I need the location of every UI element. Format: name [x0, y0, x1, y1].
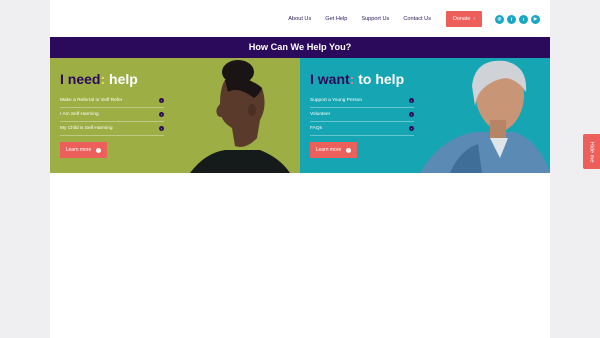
help-banner: How Can We Help You? [50, 37, 550, 58]
want-link-volunteer[interactable]: Volunteer › [310, 108, 414, 122]
arrow-right-icon: › [159, 112, 164, 117]
want-help-links: Support a Young Person › Volunteer › FAQ… [310, 94, 414, 136]
twitter-icon[interactable]: t [519, 14, 528, 24]
donate-button[interactable]: Donate › [446, 11, 482, 27]
social-links: ◎ f t ▶ [492, 14, 540, 24]
need-learn-more-button[interactable]: Learn more › [60, 142, 107, 158]
arrow-right-icon: › [159, 98, 164, 103]
facebook-icon[interactable]: f [507, 14, 516, 24]
arrow-right-icon: › [409, 112, 414, 117]
chevron-right-icon: › [473, 16, 476, 22]
need-link-child-self-harming[interactable]: My Child is Self Harming › [60, 122, 164, 136]
girl-profile-photo [190, 60, 290, 173]
arrow-right-icon: › [159, 126, 164, 131]
arrow-right-circle-icon: › [96, 147, 102, 153]
need-link-self-harming[interactable]: I Am Self Harming › [60, 108, 164, 122]
need-help-title: I need: help [60, 71, 138, 87]
nav-link-about-us[interactable]: About Us [288, 16, 311, 22]
need-link-referral[interactable]: Make a Referral or Self Refer › [60, 94, 164, 108]
want-to-help-panel: I want: to help Support a Young Person ›… [300, 58, 550, 173]
arrow-right-circle-icon: › [346, 147, 352, 153]
nav-link-contact-us[interactable]: Contact Us [403, 16, 431, 22]
hide-me-tab[interactable]: Hide me [583, 134, 600, 169]
want-link-support-young-person[interactable]: Support a Young Person › [310, 94, 414, 108]
want-learn-more-button[interactable]: Learn more › [310, 142, 357, 158]
youtube-icon[interactable]: ▶ [531, 14, 540, 24]
donate-label: Donate [452, 16, 471, 22]
instagram-icon[interactable]: ◎ [495, 14, 504, 24]
need-help-links: Make a Referral or Self Refer › I Am Sel… [60, 94, 164, 136]
young-person-photo [420, 60, 550, 173]
nav-link-get-help[interactable]: Get Help [325, 16, 347, 22]
nav-link-support-us[interactable]: Support Us [361, 16, 389, 22]
page: About Us Get Help Support Us Contact Us … [50, 0, 550, 338]
top-navigation: About Us Get Help Support Us Contact Us … [281, 11, 540, 27]
want-to-help-title: I want: to help [310, 71, 405, 87]
hide-me-label: Hide me [588, 141, 595, 162]
need-help-panel: I need: help Make a Referral or Self Ref… [50, 58, 300, 173]
arrow-right-icon: › [409, 98, 414, 103]
want-link-faqs[interactable]: FAQs › [310, 122, 414, 136]
banner-title: How Can We Help You? [248, 42, 352, 52]
arrow-right-icon: › [409, 126, 414, 131]
